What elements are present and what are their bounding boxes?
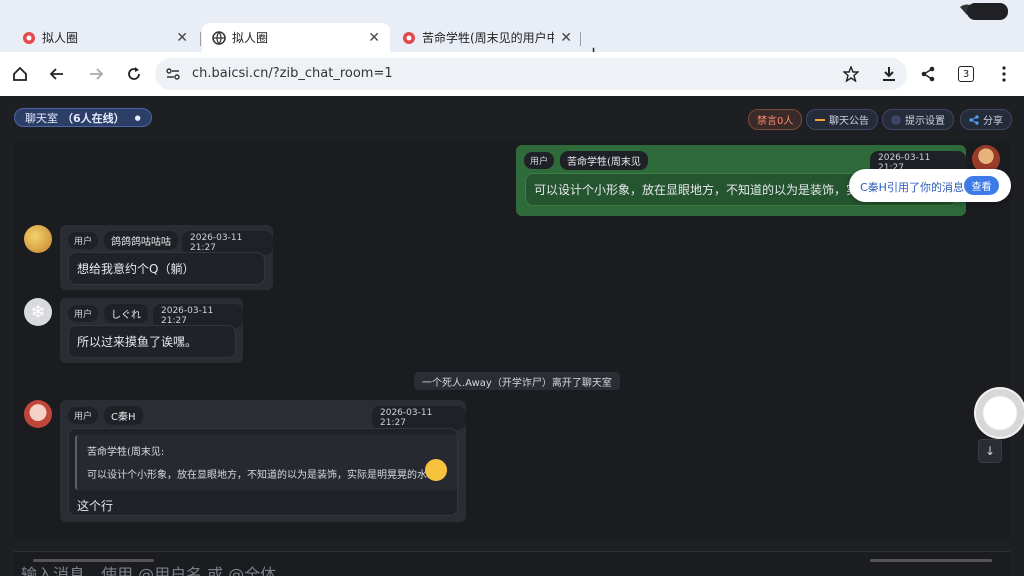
message: 用户 鸽鸽鸽咕咕咕 2026-03-11 21:27 想给我意约个Q（躺） [60, 225, 273, 290]
message-text: 所以过来摸鱼了诶嘿。 [68, 325, 236, 358]
tab-strip: 拟人圈 ✕ 拟人圈 ✕ 苦命学牲(周末见的用户中心 ✕ + [0, 20, 1024, 64]
message-meta: 用户 苦命学牲(周末见 [524, 151, 648, 170]
more-vertical-icon [1002, 66, 1006, 82]
system-message: 一个死人.Away（开学诈尸）离开了聊天室 [414, 372, 620, 390]
tab-switcher-button[interactable]: 3 [958, 66, 974, 82]
arrow-down-icon: ↓ [984, 444, 996, 458]
announcement-label: 聊天公告 [829, 116, 869, 127]
scroll-to-bottom-button[interactable]: ↓ [978, 439, 1002, 463]
hint-settings-label: 提示设置 [905, 116, 945, 127]
role-tag: 用户 [68, 305, 99, 322]
home-icon [13, 66, 27, 81]
browser-toolbar: ch.baicsi.cn/?zib_chat_room=1 3 [0, 52, 1024, 96]
tab-close-icon[interactable]: ✕ [560, 30, 572, 46]
dropdown-dot-icon: ● [134, 113, 141, 122]
quote-author: 苦命学牲(周末见: [87, 447, 165, 458]
hint-settings-button[interactable]: 提示设置 [882, 109, 954, 130]
tab-close-icon[interactable]: ✕ [368, 30, 380, 46]
site-settings-icon[interactable] [166, 67, 180, 81]
quote-text: 可以设计个小形象，放在显眼地方，不知道的以为是装饰，实际是明晃晃的水印 [87, 470, 437, 481]
tab-title: 苦命学牲(周末见的用户中心 [422, 31, 555, 45]
message-body: 苦命学牲(周末见: 可以设计个小形象，放在显眼地方，不知道的以为是装饰，实际是明… [68, 428, 458, 516]
share-icon [969, 114, 979, 125]
room-label: 聊天室 [25, 111, 58, 125]
input-placeholder: 输入消息，使用 @用户名 或 @全体 [21, 565, 277, 576]
announcement-icon [815, 118, 825, 121]
share-button[interactable]: 分享 [960, 109, 1012, 130]
reload-button[interactable] [122, 62, 146, 86]
arrow-left-icon [49, 68, 63, 80]
view-quote-button[interactable]: 查看 [964, 176, 999, 195]
tab-separator [200, 32, 201, 46]
role-tag: 用户 [68, 407, 99, 424]
site-favicon-icon [403, 31, 415, 44]
message: 用户 C秦H 2026-03-11 21:27 苦命学牲(周末见: 可以设计个小… [60, 400, 466, 522]
star-icon[interactable] [843, 66, 859, 82]
status-time: 9:28 [967, 3, 1008, 20]
forward-button[interactable] [84, 62, 108, 86]
tab-close-icon[interactable]: ✕ [176, 30, 188, 46]
tab-separator [580, 32, 581, 46]
message-input[interactable]: 输入消息，使用 @用户名 或 @全体 [14, 551, 1010, 576]
tab-nirenquan-2[interactable]: 拟人圈 ✕ [202, 23, 390, 52]
smirk-emoji-icon [425, 459, 447, 481]
message: 用户 しぐれ 2026-03-11 21:27 所以过来摸鱼了诶嘿。 [60, 298, 243, 363]
message-meta: 用户 鸽鸽鸽咕咕咕 [68, 231, 179, 250]
scroll-indicator [33, 559, 154, 562]
quoted-message[interactable]: 苦命学牲(周末见: 可以设计个小形象，放在显眼地方，不知道的以为是装饰，实际是明… [75, 435, 457, 490]
online-count: （6人在线） [62, 111, 125, 125]
username[interactable]: 苦命学牲(周末见 [560, 151, 648, 170]
download-icon [883, 67, 895, 81]
tab-user-center[interactable]: 苦命学牲(周末见的用户中心 ✕ [392, 23, 582, 52]
room-selector[interactable]: 聊天室 （6人在线） ● [14, 108, 152, 127]
status-bar: 9:28 [0, 0, 1024, 20]
username[interactable]: 鸽鸽鸽咕咕咕 [104, 231, 179, 250]
message-text: 想给我意约个Q（躺） [68, 252, 265, 285]
reload-icon [128, 67, 140, 80]
quote-notification: C秦H引用了你的消息 查看 [849, 169, 1011, 202]
username[interactable]: C秦H [104, 406, 143, 425]
mute-label: 禁言0人 [757, 116, 794, 127]
tab-nirenquan-1[interactable]: 拟人圈 ✕ [12, 23, 198, 52]
avatar[interactable] [24, 400, 52, 428]
back-button[interactable] [45, 62, 69, 86]
mute-count-button[interactable]: 禁言0人 [748, 109, 803, 130]
message-time: 2026-03-11 21:27 [372, 406, 466, 430]
share-page-button[interactable] [916, 62, 940, 86]
username[interactable]: しぐれ [104, 304, 149, 323]
message-meta: 用户 しぐれ [68, 304, 149, 323]
settings-icon [891, 114, 901, 125]
share-label: 分享 [983, 116, 1003, 127]
tab-title: 拟人圈 [232, 31, 269, 45]
globe-icon [212, 30, 226, 45]
tab-title: 拟人圈 [42, 31, 79, 45]
message-text: 这个行 [77, 499, 114, 513]
role-tag: 用户 [68, 232, 99, 249]
menu-button[interactable] [992, 62, 1016, 86]
arrow-right-icon [90, 68, 104, 80]
scroll-indicator [870, 559, 992, 562]
role-tag: 用户 [524, 152, 555, 169]
avatar[interactable] [24, 225, 52, 253]
message-meta: 用户 C秦H [68, 406, 143, 425]
share-icon [921, 66, 935, 82]
url-text: ch.baicsi.cn/?zib_chat_room=1 [192, 66, 393, 81]
site-favicon-icon [23, 31, 35, 44]
notification-text: C秦H引用了你的消息 [860, 181, 964, 194]
home-button[interactable] [8, 62, 32, 86]
announcement-button[interactable]: 聊天公告 [806, 109, 878, 130]
address-bar[interactable]: ch.baicsi.cn/?zib_chat_room=1 [155, 58, 907, 90]
snowflake-avatar-icon[interactable]: ❄ [24, 298, 52, 326]
floating-assistive-button[interactable] [976, 389, 1024, 437]
download-button[interactable] [877, 62, 901, 86]
